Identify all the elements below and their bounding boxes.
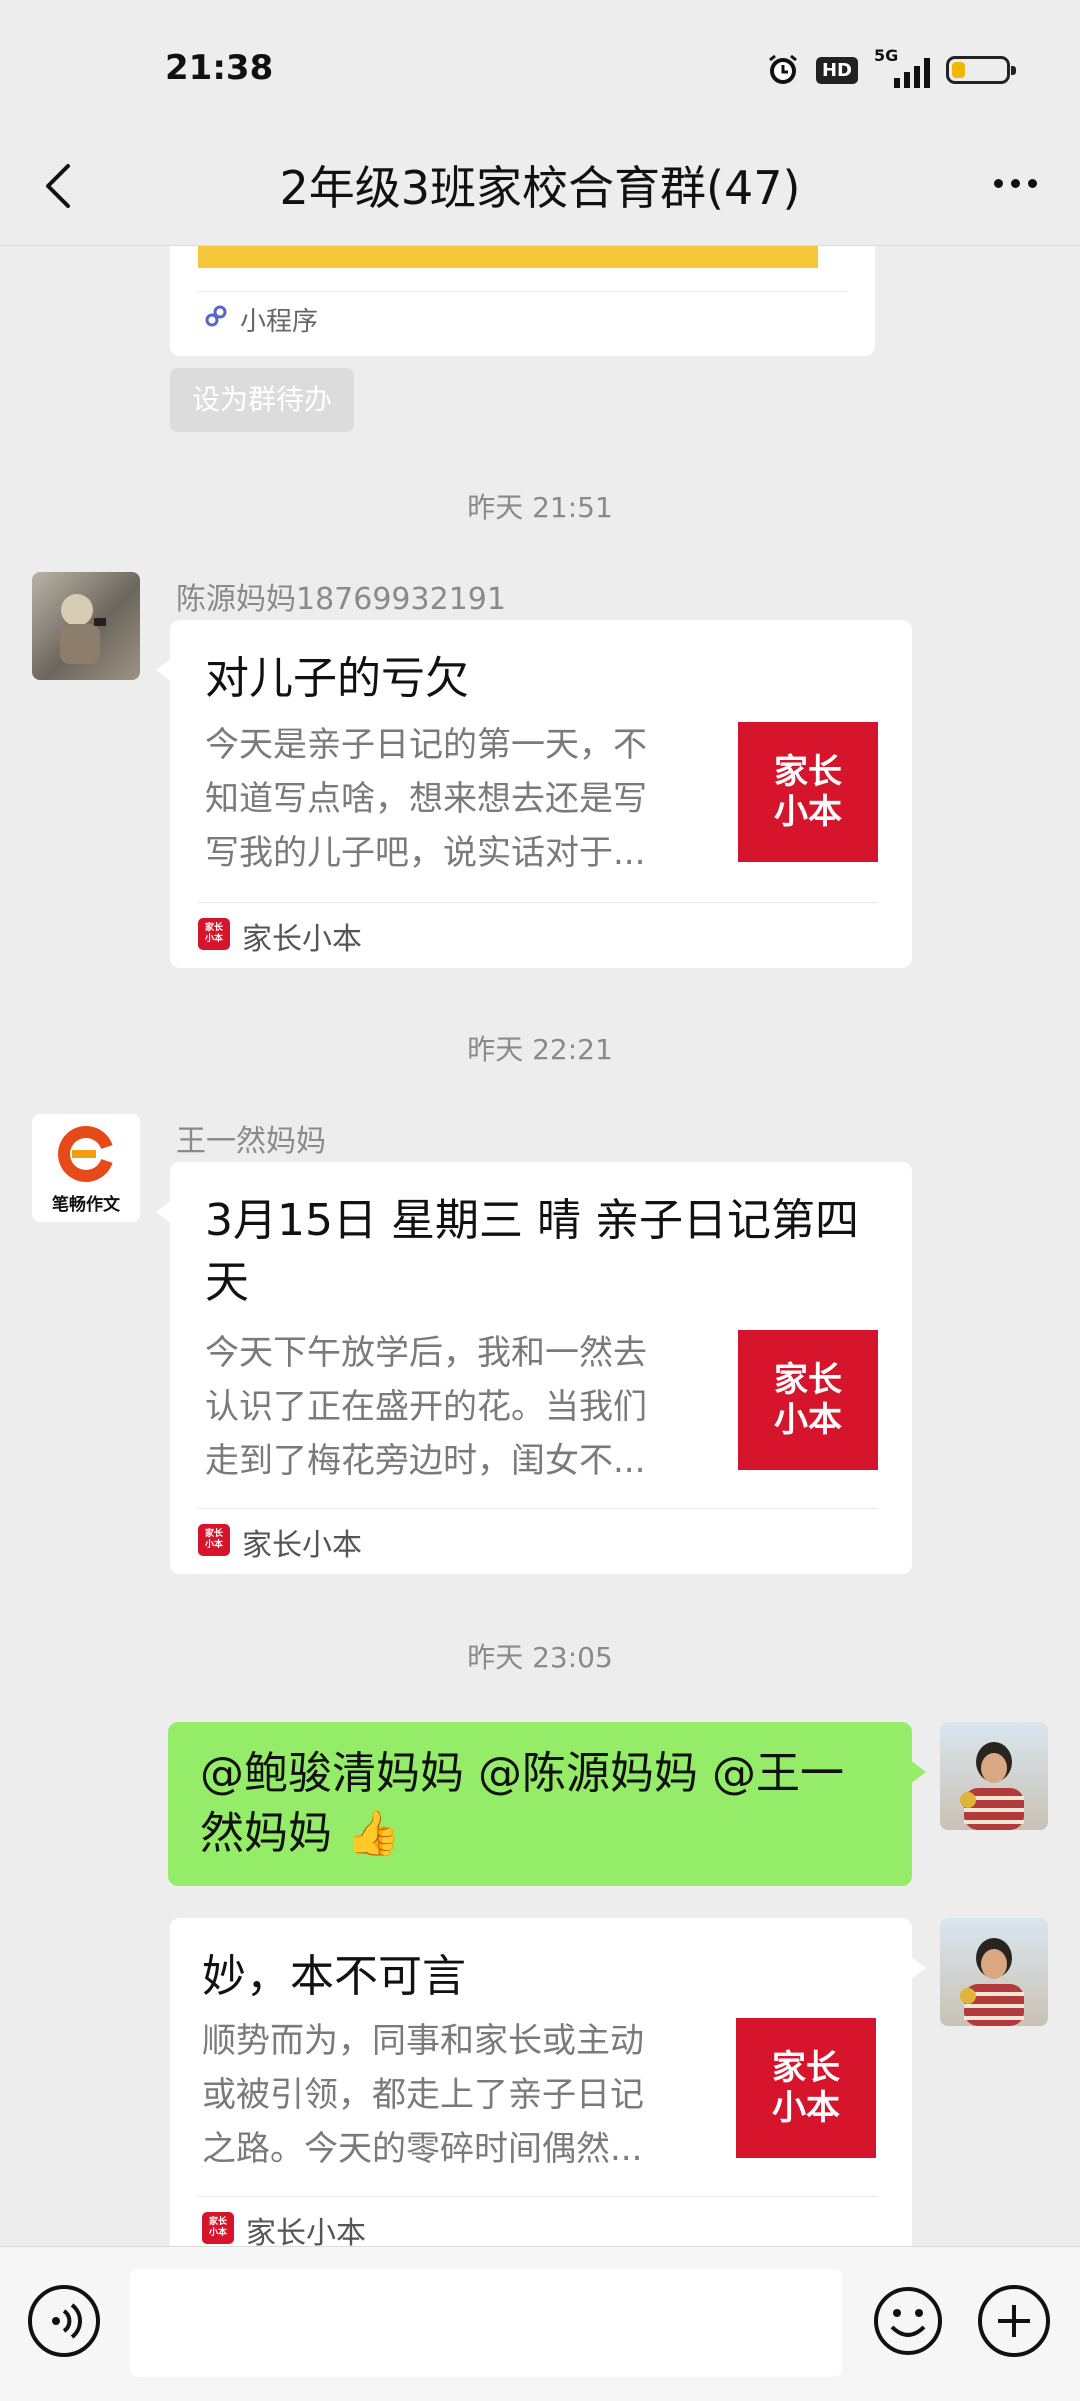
article-desc-line: 知道写点啥，想来想去还是写	[205, 779, 647, 819]
my-avatar[interactable]	[940, 1918, 1048, 2026]
thumb-text: 小本	[774, 792, 842, 832]
voice-icon	[52, 2303, 82, 2339]
article-desc-line: 走到了梅花旁边时，闺女不...	[205, 1441, 646, 1481]
article-desc-line: 今天是亲子日记的第一天，不	[205, 725, 647, 765]
mini-program-icon	[205, 305, 227, 327]
mini-program-card[interactable]: 小程序	[170, 246, 875, 356]
battery-icon	[946, 56, 1016, 84]
avatar-photo	[60, 594, 106, 664]
article-desc-line: 或被引领，都走上了亲子日记	[202, 2075, 644, 2115]
article-title: 妙，本不可言	[202, 1951, 466, 2002]
article-title: 3月15日 星期三 晴 亲子日记第四天	[205, 1195, 859, 1308]
input-bar	[0, 2246, 1080, 2401]
avatar-text: 笔畅作文	[52, 1195, 120, 1215]
mini-program-image	[198, 246, 818, 268]
sender-name: 王一然妈妈	[176, 1124, 326, 1159]
status-icons: HD 5G	[766, 46, 1016, 92]
more-dot	[1010, 178, 1020, 188]
article-thumbnail: 家长 小本	[738, 1330, 878, 1470]
article-card[interactable]: 对儿子的亏欠 今天是亲子日记的第一天，不 知道写点啥，想来想去还是写 写我的儿子…	[156, 620, 912, 968]
message-input[interactable]	[130, 2269, 842, 2377]
battery-level	[952, 62, 965, 78]
divider	[198, 1508, 878, 1509]
emoji-button[interactable]	[872, 2285, 944, 2357]
article-desc-line: 认识了正在盛开的花。当我们	[205, 1387, 647, 1427]
divider	[198, 291, 847, 292]
more-dot	[993, 178, 1003, 188]
voice-button[interactable]	[28, 2285, 100, 2357]
my-avatar[interactable]	[940, 1722, 1048, 1830]
article-desc: 今天是亲子日记的第一天，不 知道写点啥，想来想去还是写 写我的儿子吧，说实话对于…	[205, 718, 705, 880]
alarm-icon	[766, 53, 800, 87]
article-source: 家长小本	[246, 2216, 366, 2246]
message-text: @鲍骏清妈妈 @陈源妈妈 @王一然妈妈 👍	[200, 1748, 844, 1859]
chat-title: 2年级3班家校合育群(47)	[279, 161, 801, 215]
article-thumbnail: 家长 小本	[738, 722, 878, 862]
jiazhang-xiaoben-icon: 家长 小本	[198, 1524, 230, 1556]
avatar-photo	[960, 1938, 1024, 2026]
article-desc-line: 之路。今天的零碎时间偶然...	[202, 2129, 643, 2169]
article-desc: 顺势而为，同事和家长或主动 或被引领，都走上了亲子日记 之路。今天的零碎时间偶然…	[202, 2014, 702, 2176]
thumb-text: 家长	[772, 2048, 840, 2088]
nav-bar: 2年级3班家校合育群(47)	[0, 120, 1080, 246]
more-dot	[1027, 178, 1037, 188]
sender-name: 陈源妈妈18769932191	[176, 582, 506, 617]
avatar[interactable]	[32, 572, 140, 680]
hd-badge: HD	[815, 56, 858, 84]
signal-icon: 5G	[874, 46, 930, 88]
thumb-text: 小本	[774, 1400, 842, 1440]
more-functions-button[interactable]	[978, 2285, 1050, 2357]
article-desc-line: 今天下午放学后，我和一然去	[205, 1333, 647, 1373]
more-button[interactable]	[980, 158, 1050, 208]
status-time: 21:38	[165, 48, 274, 88]
my-article-card[interactable]: 妙，本不可言 顺势而为，同事和家长或主动 或被引领，都走上了亲子日记 之路。今天…	[170, 1918, 926, 2246]
article-title: 对儿子的亏欠	[205, 653, 469, 704]
emoji-icon	[874, 2287, 942, 2355]
thumb-text: 小本	[772, 2088, 840, 2128]
my-text-bubble[interactable]: @鲍骏清妈妈 @陈源妈妈 @王一然妈妈 👍	[168, 1722, 926, 1886]
article-desc-line: 写我的儿子吧，说实话对于...	[205, 833, 646, 873]
divider	[198, 2196, 878, 2197]
divider	[198, 902, 878, 903]
article-desc: 今天下午放学后，我和一然去 认识了正在盛开的花。当我们 走到了梅花旁边时，闺女不…	[205, 1326, 705, 1488]
mini-program-label: 小程序	[240, 307, 319, 337]
thumb-text: 家长	[774, 752, 842, 792]
timestamp: 昨天 22:21	[467, 1033, 613, 1066]
thumb-text: 家长	[774, 1360, 842, 1400]
article-thumbnail: 家长 小本	[736, 2018, 876, 2158]
article-desc-line: 顺势而为，同事和家长或主动	[202, 2021, 644, 2061]
article-source: 家长小本	[242, 922, 362, 957]
jiazhang-xiaoben-icon: 家长 小本	[198, 918, 230, 950]
timestamp: 昨天 21:51	[467, 491, 613, 524]
chat-scroll-area[interactable]: 小程序 设为群待办 昨天 21:51 陈源妈妈18769932191 对儿子的亏…	[0, 246, 1080, 2246]
avatar-photo	[960, 1742, 1024, 1830]
avatar[interactable]: 笔畅作文	[32, 1114, 140, 1222]
article-card[interactable]: 3月15日 星期三 晴 亲子日记第四天 今天下午放学后，我和一然去 认识了正在盛…	[156, 1162, 912, 1574]
set-group-todo-button[interactable]: 设为群待办	[170, 368, 355, 432]
jiazhang-xiaoben-icon: 家长 小本	[202, 2212, 234, 2244]
timestamp: 昨天 23:05	[467, 1641, 613, 1674]
article-source: 家长小本	[242, 1528, 362, 1563]
plus-icon	[998, 2305, 1030, 2337]
